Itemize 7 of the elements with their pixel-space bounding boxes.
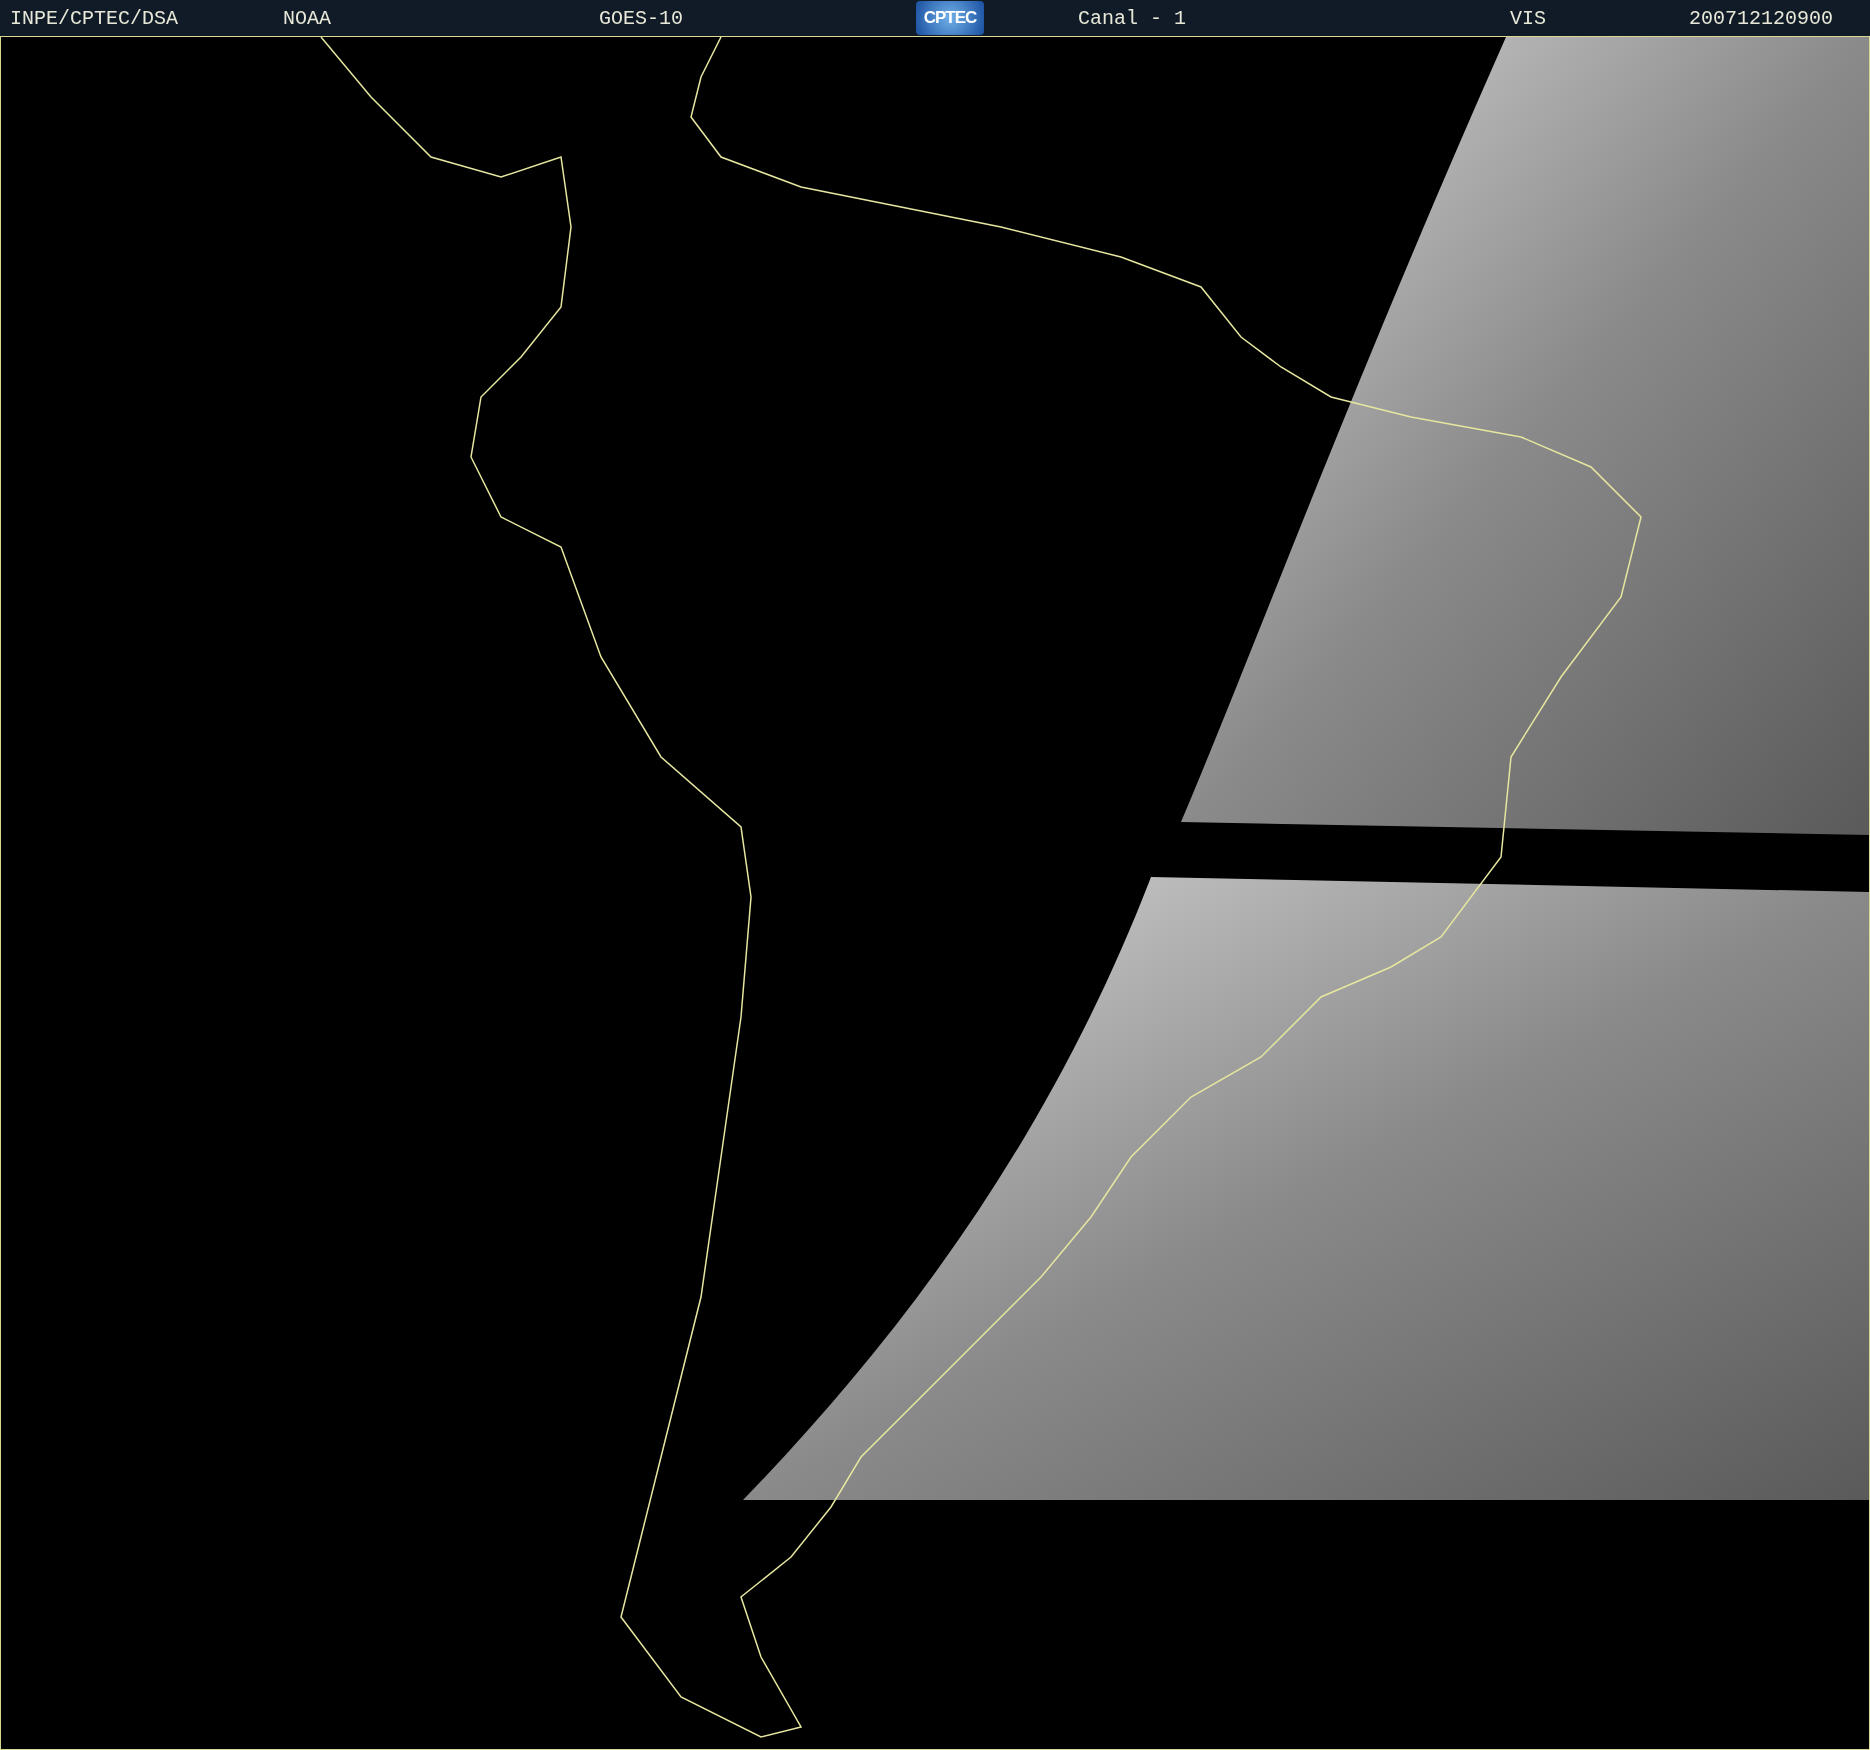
header-label: NOAA bbox=[282, 6, 332, 30]
header-label: GOES-10 bbox=[598, 6, 684, 30]
logo: CPTEC bbox=[916, 1, 984, 35]
header-label: VIS bbox=[1509, 6, 1547, 30]
header-label: 200712120900 bbox=[1688, 6, 1835, 30]
header-label: Canal - 1 bbox=[1077, 6, 1188, 30]
header-label: INPE/CPTEC/DSA bbox=[9, 6, 180, 30]
